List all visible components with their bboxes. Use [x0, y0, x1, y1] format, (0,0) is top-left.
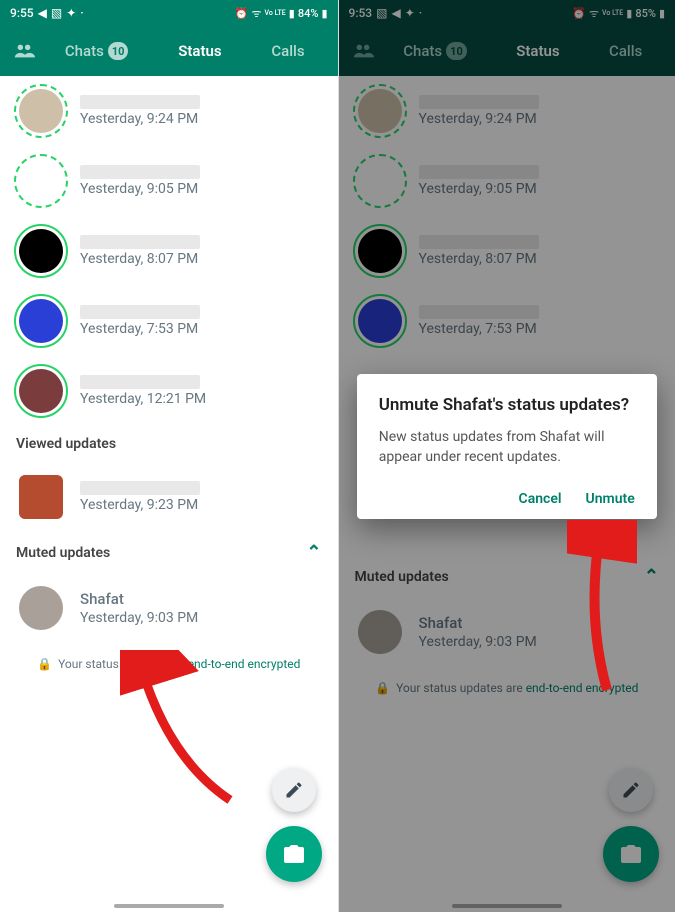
status-avatar[interactable]	[14, 224, 68, 278]
viewed-updates-header: Viewed updates	[0, 426, 338, 462]
status-item[interactable]: Yesterday, 9:24 PM	[0, 76, 338, 146]
status-time: 9:55	[10, 6, 34, 20]
communities-icon[interactable]	[8, 40, 40, 62]
nav-pill	[114, 904, 224, 908]
tab-chats[interactable]: Chats 10	[59, 42, 135, 60]
status-item-muted[interactable]: Shafat Yesterday, 9:03 PM	[0, 573, 338, 643]
status-time-label: Yesterday, 9:05 PM	[80, 181, 324, 197]
telegram-icon: ◀	[38, 6, 47, 20]
text-status-fab[interactable]	[272, 768, 316, 812]
dialog-body: New status updates from Shafat will appe…	[379, 428, 635, 467]
contact-name-redacted	[80, 375, 200, 389]
unmute-dialog: Unmute Shafat's status updates? New stat…	[357, 374, 657, 519]
status-time-label: Yesterday, 9:03 PM	[80, 610, 324, 626]
lock-icon: 🔒	[37, 657, 52, 671]
contact-name-redacted	[80, 481, 200, 495]
dialog-title: Unmute Shafat's status updates?	[379, 394, 635, 416]
contact-name: Shafat	[80, 590, 324, 608]
status-avatar[interactable]	[14, 84, 68, 138]
chats-unread-badge: 10	[108, 42, 129, 60]
contact-name-redacted	[80, 235, 200, 249]
battery-text: 84%	[298, 7, 319, 20]
lte-indicator: Vo LTE	[265, 10, 286, 17]
status-avatar[interactable]	[14, 581, 68, 635]
fab-group	[266, 768, 322, 882]
signal-icon: ▮	[289, 7, 295, 20]
contact-name-redacted	[80, 95, 200, 109]
status-avatar[interactable]	[14, 294, 68, 348]
cancel-button[interactable]: Cancel	[519, 491, 562, 507]
slack-icon: ✦	[66, 6, 76, 20]
screenshot-left: 9:55 ◀ ▧ ✦ · ⏰ ᯤ Vo LTE ▮ 84% ▮ Chats 10…	[0, 0, 338, 912]
status-time-label: Yesterday, 7:53 PM	[80, 321, 324, 337]
status-time-label: Yesterday, 12:21 PM	[80, 391, 324, 407]
wifi-icon: ᯤ	[251, 6, 261, 21]
alarm-icon: ⏰	[235, 7, 249, 20]
image-icon: ▧	[51, 6, 62, 20]
tab-calls[interactable]: Calls	[265, 42, 310, 60]
status-time-label: Yesterday, 8:07 PM	[80, 251, 324, 267]
status-avatar[interactable]	[14, 470, 68, 524]
status-time-label: Yesterday, 9:24 PM	[80, 111, 324, 127]
camera-fab[interactable]	[266, 826, 322, 882]
recent-updates-list[interactable]: Yesterday, 9:24 PM Yesterday, 9:05 PM Yest…	[0, 76, 338, 426]
unmute-button[interactable]: Unmute	[586, 491, 635, 507]
android-status-bar: 9:55 ◀ ▧ ✦ · ⏰ ᯤ Vo LTE ▮ 84% ▮	[0, 0, 338, 26]
status-item-viewed[interactable]: Yesterday, 9:23 PM	[0, 462, 338, 532]
encryption-notice[interactable]: 🔒 Your status updates are end-to-end enc…	[0, 643, 338, 685]
status-time-label: Yesterday, 9:23 PM	[80, 497, 324, 513]
status-item[interactable]: Yesterday, 8:07 PM	[0, 216, 338, 286]
muted-updates-header[interactable]: Muted updates ⌃	[0, 532, 338, 573]
top-tab-bar: Chats 10 Status Calls	[0, 26, 338, 76]
contact-name-redacted	[80, 305, 200, 319]
contact-name-redacted	[80, 165, 200, 179]
status-item[interactable]: Yesterday, 9:05 PM	[0, 146, 338, 216]
status-avatar[interactable]	[14, 364, 68, 418]
status-item[interactable]: Yesterday, 12:21 PM	[0, 356, 338, 426]
chevron-up-icon[interactable]: ⌃	[306, 542, 321, 563]
tab-status[interactable]: Status	[172, 42, 227, 60]
screenshot-right: 9:53 ▧ ◀ ✦ · ⏰ ᯤ Vo LTE ▮ 85% ▮ Chats 10…	[338, 0, 675, 912]
status-item[interactable]: Yesterday, 7:53 PM	[0, 286, 338, 356]
battery-icon: ▮	[321, 7, 327, 20]
status-avatar[interactable]	[14, 154, 68, 208]
